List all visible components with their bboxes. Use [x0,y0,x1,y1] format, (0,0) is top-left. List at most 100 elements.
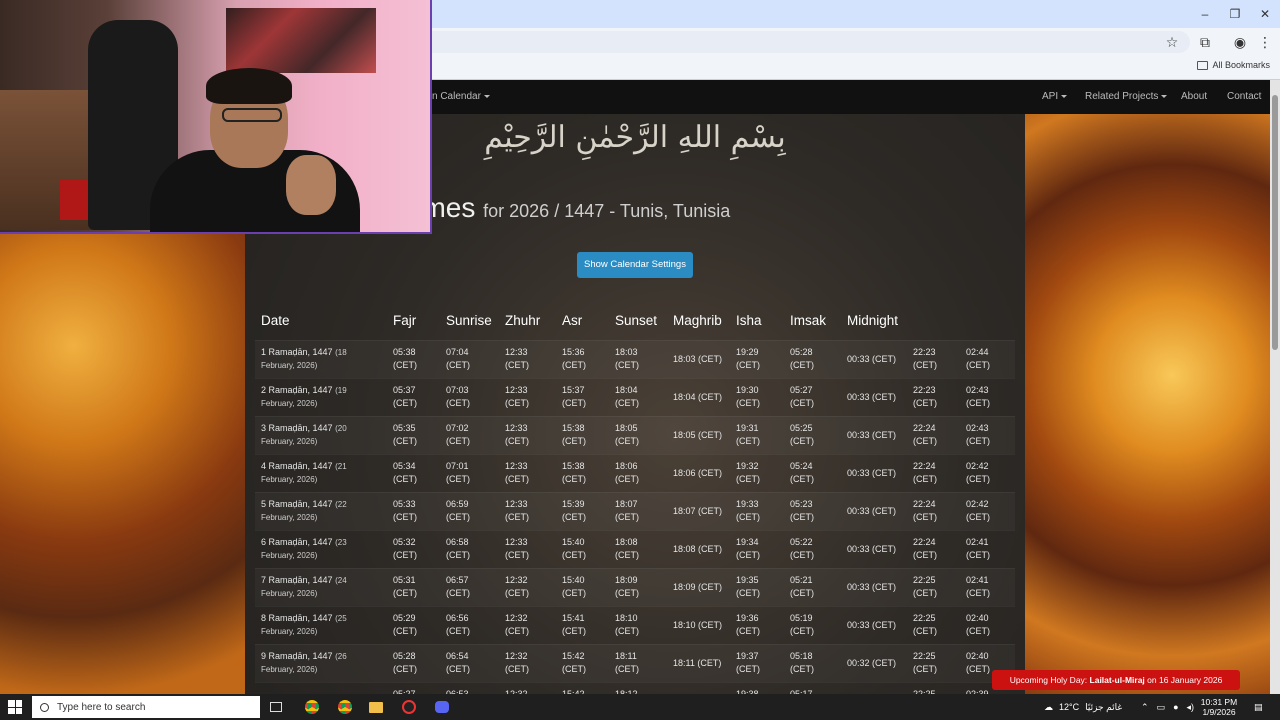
notification-icon[interactable]: ▤ [1254,694,1263,720]
chrome-active-taskbar-icon[interactable] [335,697,355,717]
weather-widget[interactable]: ☁ 12°C غائم جزئيًا [1044,694,1122,720]
windows-start-icon[interactable] [8,700,22,714]
time-value: 12:32 [505,613,528,623]
timezone-label: (CET) [446,664,470,674]
extensions-icon[interactable]: ⧉ [1196,33,1214,51]
nav-api[interactable]: API [1042,91,1068,102]
timezone-label: (CET) [790,474,814,484]
timezone-label: (CET) [913,588,937,598]
timezone-label: (CET) [562,512,586,522]
system-tray[interactable]: ⌃ ▭ ● ◂) [1141,694,1194,720]
time-cell-sunrise: 07:01 (CET) [440,453,499,492]
column-header: Maghrib [673,313,722,329]
volume-icon[interactable]: ◂) [1187,702,1195,713]
time-cell-sunrise: 07:02 (CET) [440,415,499,454]
all-bookmarks-button[interactable]: All Bookmarks [1197,60,1270,70]
time-cell-asr: 15:38 (CET) [556,415,609,454]
hijri-date: 7 Ramaḍān, 1447 [261,575,333,585]
bookmark-star-icon[interactable]: ☆ [1163,33,1181,51]
minimize-icon[interactable]: – [1190,0,1220,28]
time-value: 18:03 (CET) [673,353,723,364]
column-header: Zhuhr [505,313,541,329]
weather-description: غائم جزئيًا [1085,701,1123,712]
restore-icon[interactable]: ❐ [1220,0,1250,28]
date-cell: 3 Ramaḍān, 1447 (20 February, 2026) [255,415,387,454]
time-cell-midnight: 00:33 (CET) [841,339,907,378]
time-value: 19:34 [736,537,759,547]
hijri-date: 5 Ramaḍān, 1447 [261,499,333,509]
time-cell-fajr: 05:29 (CET) [387,605,440,644]
time-value: 18:11 [615,651,637,661]
time-cell-fajr: 05:33 (CET) [387,491,440,530]
time-cell-c2: 02:43 (CET) [960,415,1015,454]
time-value: 22:24 [913,537,936,547]
time-cell-isha: 19:37 (CET) [730,643,784,682]
timezone-label: (CET) [736,512,760,522]
nav-about[interactable]: About [1181,91,1207,102]
time-cell-asr: 15:37 (CET) [556,377,609,416]
time-value: 05:25 [790,423,813,433]
time-cell-imsak: 05:25 (CET) [784,415,841,454]
close-icon[interactable]: ✕ [1250,0,1280,28]
time-value: 19:31 [736,423,759,433]
time-cell-zhuhr: 12:33 (CET) [499,339,556,378]
column-header [907,302,960,340]
time-value: 15:40 [562,575,585,585]
timezone-label: (CET) [393,626,417,636]
time-cell-c1: 22:25 (CET) [907,567,960,606]
timezone-label: (CET) [615,550,639,560]
table-row: 3 Ramaḍān, 1447 (20 February, 2026) 05:35 (… [255,415,1015,454]
gregorian-date-line2: February, 2026) [261,551,318,560]
time-value: 18:09 [615,575,638,585]
timezone-label: (CET) [393,512,417,522]
time-value: 22:23 [913,347,936,357]
taskbar-search-box[interactable]: Type here to search [32,696,260,718]
chevron-up-icon[interactable]: ⌃ [1141,702,1149,713]
microphone-icon[interactable]: ● [1173,702,1178,712]
scrollbar-thumb[interactable] [1272,95,1278,350]
task-view-icon[interactable] [266,697,286,717]
time-value: 00:33 (CET) [847,581,897,592]
network-icon[interactable]: ▭ [1157,702,1166,713]
chrome-taskbar-icon[interactable] [302,697,322,717]
date-cell: 7 Ramaḍān, 1447 (24 February, 2026) [255,567,387,606]
time-value: 07:01 [446,461,469,471]
time-value: 18:11 (CET) [673,657,722,668]
file-explorer-icon[interactable] [366,697,386,717]
nav-calendar[interactable]: n Calendar [432,91,490,102]
time-value: 05:28 [790,347,813,357]
time-cell-c1: 22:24 (CET) [907,491,960,530]
time-value: 00:33 (CET) [847,505,897,516]
time-value: 18:04 [615,385,638,395]
upcoming-holy-day-banner[interactable]: Upcoming Holy Day: Lailat-ul-Miraj on 16… [992,670,1240,690]
menu-icon[interactable]: ⋮ [1256,33,1274,51]
time-value: 05:19 [790,613,813,623]
time-cell-c1: 22:24 (CET) [907,453,960,492]
timezone-label: (CET) [615,512,639,522]
timezone-label: (CET) [446,360,470,370]
profile-icon[interactable]: ◉ [1231,33,1249,51]
time-cell-asr: 15:40 (CET) [556,529,609,568]
time-cell-asr: 15:36 (CET) [556,339,609,378]
timezone-label: (CET) [393,664,417,674]
discord-icon[interactable] [432,697,452,717]
time-value: 07:04 [446,347,469,357]
address-bar[interactable] [420,31,1190,53]
nav-contact[interactable]: Contact [1227,91,1261,102]
timezone-label: (CET) [913,436,937,446]
time-value: 18:07 (CET) [673,505,723,516]
time-cell-sunset: 18:08 (CET) [609,529,667,568]
nav-related-projects[interactable]: Related Projects [1085,91,1168,102]
timezone-label: (CET) [446,474,470,484]
time-value: 00:32 (CET) [847,657,897,668]
holyday-name: Lailat-ul-Miraj [1089,675,1145,685]
time-cell-maghrib: 18:05 (CET) [667,415,730,454]
obs-icon[interactable] [399,697,419,717]
taskbar-clock[interactable]: 10:31 PM 1/9/2026 [1196,697,1242,717]
time-value: 05:23 [790,499,813,509]
show-calendar-settings-button[interactable]: Show Calendar Settings [577,252,693,278]
timezone-label: (CET) [966,588,990,598]
time-cell-sunrise: 06:53(CET) [440,681,499,694]
timezone-label: (CET) [966,626,990,636]
gregorian-date: (25 [335,614,347,623]
